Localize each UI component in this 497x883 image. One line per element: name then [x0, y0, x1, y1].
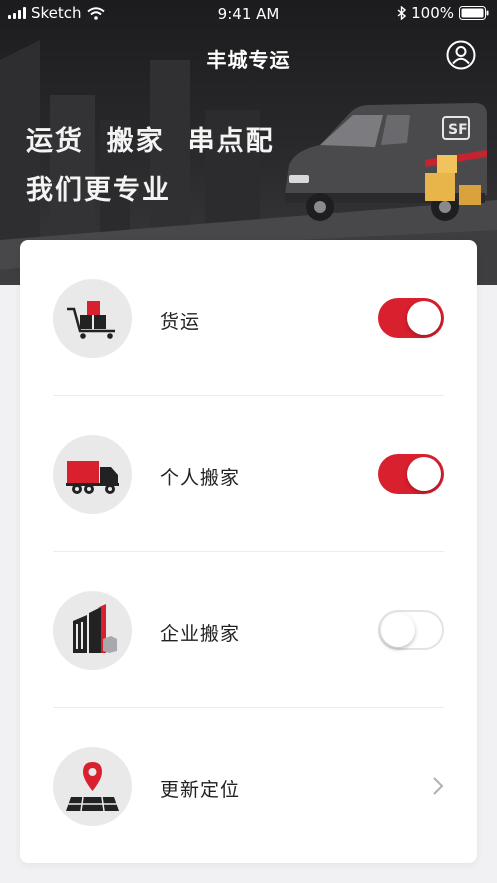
location-pin-icon — [53, 747, 132, 826]
personal-moving-label: 个人搬家 — [160, 467, 241, 489]
enterprise-moving-toggle[interactable] — [378, 610, 444, 650]
update-location-label: 更新定位 — [160, 779, 241, 801]
user-circle-icon[interactable] — [446, 40, 476, 70]
delivery-van-illustration: SF — [285, 103, 487, 221]
freight-toggle[interactable] — [378, 298, 444, 338]
battery-icon — [459, 6, 489, 20]
page-title: 丰城专运 — [206, 48, 291, 72]
chevron-right-icon[interactable] — [432, 776, 444, 796]
list-item-update-location[interactable]: 更新定位 — [20, 708, 477, 864]
freight-label: 货运 — [160, 311, 201, 333]
svg-text:SF: SF — [448, 122, 468, 138]
personal-moving-toggle[interactable] — [378, 454, 444, 494]
bluetooth-icon — [397, 6, 407, 20]
cart-boxes-icon — [53, 279, 132, 358]
list-item-personal-moving[interactable]: 个人搬家 — [20, 396, 477, 552]
list-item-enterprise-moving[interactable]: 企业搬家 — [20, 552, 477, 708]
status-bar: Sketch 9:41 AM 100% — [0, 0, 497, 28]
status-right: 100% — [397, 4, 489, 22]
list-item-freight[interactable]: 货运 — [20, 240, 477, 396]
slogan-line-1: 运货 搬家 串点配 — [26, 126, 275, 157]
slogan-line-2: 我们更专业 — [26, 175, 171, 206]
enterprise-moving-label: 企业搬家 — [160, 623, 241, 645]
services-card: 货运 个人搬家 企业搬家 更新定位 — [20, 240, 477, 863]
truck-icon — [53, 435, 132, 514]
battery-percent: 100% — [411, 4, 454, 22]
building-icon — [53, 591, 132, 670]
